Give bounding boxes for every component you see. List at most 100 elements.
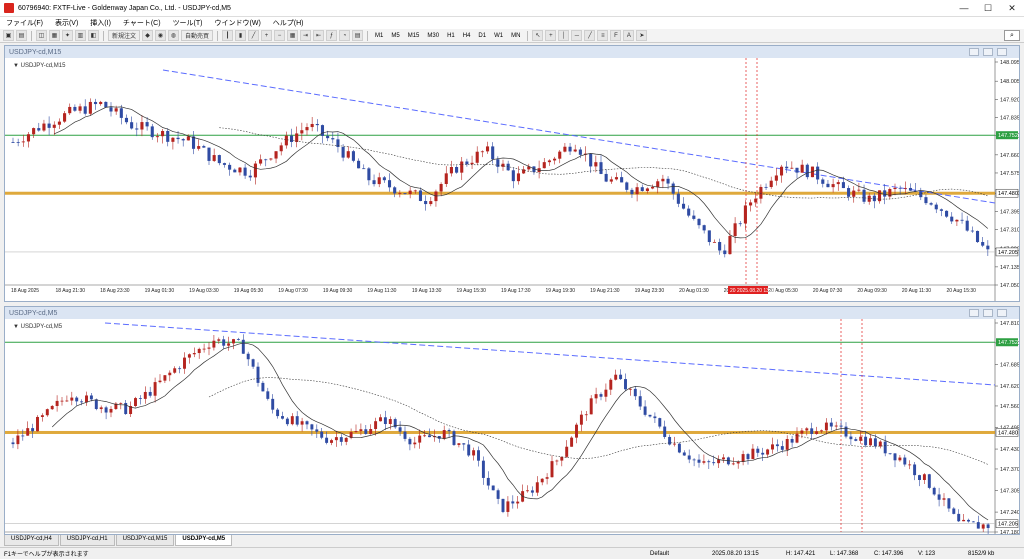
chart-window-title: USDJPY-cd,M5	[5, 307, 1019, 319]
timeframe-w1[interactable]: W1	[491, 33, 506, 39]
maximize-icon[interactable]: ☐	[976, 3, 1000, 14]
candle-body	[480, 151, 484, 153]
timeframe-d1[interactable]: D1	[475, 33, 489, 39]
candle-body	[481, 460, 485, 478]
timeframe-m30[interactable]: M30	[424, 33, 442, 39]
data-window-icon[interactable]: ▦	[49, 30, 60, 41]
candle-body	[952, 508, 956, 514]
symbol-label: ▼ USDJPY-cd,M15	[13, 63, 66, 69]
candle-body	[57, 121, 61, 125]
navigator-icon[interactable]: ✦	[62, 30, 73, 41]
menu-tools[interactable]: ツール(T)	[167, 18, 209, 28]
candle-body	[325, 437, 329, 443]
window-close-icon[interactable]	[997, 309, 1007, 317]
window-close-icon[interactable]	[997, 48, 1007, 56]
metaeditor-icon[interactable]: ◆	[142, 30, 154, 41]
window-minimize-icon[interactable]	[969, 309, 979, 317]
search-icon[interactable]: ⌕	[1004, 30, 1020, 41]
candle-body	[542, 162, 546, 169]
menu-file[interactable]: ファイル(F)	[0, 18, 49, 28]
arrow-tool-icon[interactable]: ➤	[636, 30, 648, 41]
vps-icon[interactable]: ◍	[168, 30, 180, 41]
autoscroll-icon[interactable]: ⇥	[300, 30, 312, 41]
menu-insert[interactable]: 挿入(I)	[84, 18, 117, 28]
candle-body	[93, 101, 98, 105]
new-order-button[interactable]: 新規注文	[108, 30, 141, 41]
candle-body	[114, 108, 118, 112]
candle-body	[295, 133, 299, 143]
close-icon[interactable]: ✕	[1000, 3, 1024, 14]
candle-body	[207, 147, 211, 161]
bar-chart-icon[interactable]: ┃	[222, 30, 234, 41]
zoom-out-icon[interactable]: −	[274, 30, 286, 41]
candle-body	[354, 431, 358, 433]
time-tick-label: 18 Aug 2025	[11, 288, 39, 294]
auto-trading-button[interactable]: 自動売買	[181, 30, 214, 41]
templates-icon[interactable]: ▤	[352, 30, 364, 41]
market-watch-icon[interactable]: ◫	[36, 30, 47, 41]
candle-body	[722, 457, 725, 460]
window-maximize-icon[interactable]	[983, 309, 993, 317]
candle-body	[55, 400, 59, 406]
timeframe-m15[interactable]: M15	[405, 33, 423, 39]
signals-icon[interactable]: ◉	[155, 30, 167, 41]
menu-help[interactable]: ヘルプ(H)	[267, 18, 310, 28]
indicators-icon[interactable]: ƒ	[326, 30, 338, 41]
profiles-icon[interactable]: ▤	[16, 30, 27, 41]
candle-body	[253, 163, 257, 178]
window-maximize-icon[interactable]	[983, 48, 993, 56]
cursor-icon[interactable]: ↖	[532, 30, 544, 41]
trendline-icon[interactable]: ╱	[584, 30, 596, 41]
line-chart-icon[interactable]: ╱	[248, 30, 260, 41]
zoom-in-icon[interactable]: +	[261, 30, 273, 41]
candle-body	[955, 219, 959, 222]
vertical-line-icon[interactable]: │	[558, 30, 570, 41]
candle-body	[89, 395, 93, 400]
horizontal-line-icon[interactable]: ─	[571, 30, 583, 41]
text-tool-icon[interactable]: A	[623, 30, 635, 41]
menu-chart[interactable]: チャート(C)	[117, 18, 167, 28]
tab-usdjpy-h1[interactable]: USDJPY-cd,H1	[59, 535, 115, 546]
new-chart-icon[interactable]: ▣	[3, 30, 14, 41]
candle-body	[256, 366, 260, 383]
tester-icon[interactable]: ◧	[88, 30, 99, 41]
timeframe-h4[interactable]: H4	[460, 33, 474, 39]
chart-window-m5[interactable]: USDJPY-cd,M5 147.810147.750147.685147.62…	[4, 306, 1020, 535]
candle-body	[847, 188, 851, 197]
candle-body	[47, 123, 51, 128]
chart-window-m15[interactable]: USDJPY-cd,M15 148.095 148.005 147.920 147.8…	[4, 45, 1020, 302]
candle-body	[42, 123, 46, 131]
channel-icon[interactable]: ≡	[597, 30, 609, 41]
candle-body	[388, 419, 392, 425]
chart-shift-icon[interactable]: ⇤	[313, 30, 325, 41]
tile-icon[interactable]: ▦	[287, 30, 299, 41]
timeframe-mn[interactable]: MN	[508, 33, 523, 39]
price-chart-m5[interactable]: 147.810147.750147.685147.620147.560147.4…	[5, 319, 1019, 534]
period-icon[interactable]: ◔	[339, 30, 351, 41]
toolbar: ▣ ▤ ◫ ▦ ✦ ▥ ◧ 新規注文 ◆ ◉ ◍ 自動売買 ┃ ▮ ╱ + − …	[0, 29, 1024, 43]
candle-body	[976, 522, 980, 529]
timeframe-h1[interactable]: H1	[444, 33, 458, 39]
time-tick-label: 18 Aug 23:30	[100, 288, 130, 294]
fibonacci-icon[interactable]: F	[610, 30, 622, 41]
tab-usdjpy-h4[interactable]: USDJPY-cd,H4	[4, 535, 59, 546]
menu-window[interactable]: ウインドウ(W)	[209, 18, 267, 28]
status-profile: Default	[650, 550, 670, 557]
menu-view[interactable]: 表示(V)	[49, 18, 84, 28]
terminal-icon[interactable]: ▥	[75, 30, 86, 41]
minimize-icon[interactable]: —	[952, 3, 976, 13]
candle-body	[898, 187, 902, 189]
timeframe-m1[interactable]: M1	[372, 33, 386, 39]
candlestick-icon[interactable]: ▮	[235, 30, 247, 41]
timeframe-m5[interactable]: M5	[388, 33, 402, 39]
candle-body	[447, 430, 451, 432]
candle-body	[359, 429, 363, 432]
tab-usdjpy-m15[interactable]: USDJPY-cd,M15	[115, 535, 175, 546]
price-chart-m15[interactable]: 148.095148.005147.920147.835147.750147.6…	[5, 58, 1019, 301]
crosshair-icon[interactable]: +	[545, 30, 557, 41]
tab-usdjpy-m5[interactable]: USDJPY-cd,M5	[175, 535, 233, 546]
candle-body	[975, 230, 980, 243]
candle-body	[439, 183, 443, 192]
window-minimize-icon[interactable]	[969, 48, 979, 56]
candle-body	[981, 524, 985, 529]
